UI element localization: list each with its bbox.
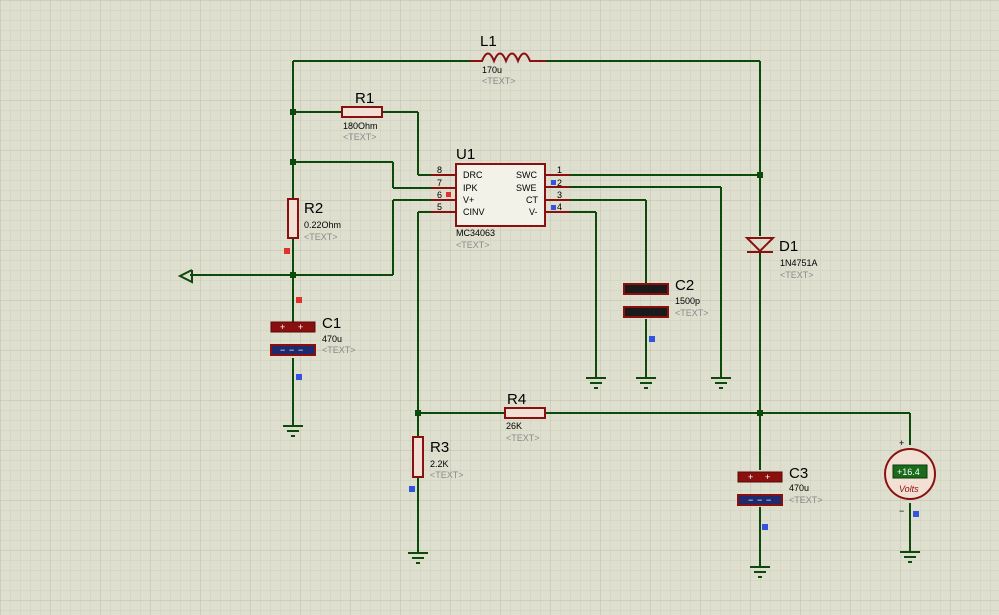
minus-mark: − (289, 345, 294, 355)
R4-text: <TEXT> (506, 433, 540, 443)
pin-marker (551, 180, 556, 185)
resistor-icon (412, 436, 424, 478)
L1-ref: L1 (480, 33, 497, 50)
pin-number: 8 (437, 165, 442, 175)
minus-mark: − (280, 345, 285, 355)
R3-ref: R3 (430, 439, 449, 456)
pin-marker (409, 486, 415, 492)
resistor-icon (504, 407, 546, 419)
R4-value: 26K (506, 421, 522, 431)
minus-mark: − (298, 345, 303, 355)
capacitor-plate (623, 306, 669, 318)
resistor-icon (341, 106, 383, 118)
pin-name: CT (526, 195, 538, 205)
voltmeter-label: Volts (899, 484, 919, 494)
pin-marker (649, 336, 655, 342)
grid (0, 0, 999, 615)
voltmeter-minus: − (899, 506, 904, 516)
minus-mark: − (748, 495, 753, 505)
C1-value: 470u (322, 334, 342, 344)
pin-number: 4 (557, 202, 562, 212)
capacitor-plate (623, 283, 669, 295)
pin-number: 1 (557, 165, 562, 175)
pin-name: IPK (463, 183, 478, 193)
minus-mark: − (757, 495, 762, 505)
pin-marker (284, 248, 290, 254)
resistor-icon (287, 198, 299, 239)
R2-ref: R2 (304, 200, 323, 217)
pin-number: 5 (437, 202, 442, 212)
plus-mark: + (765, 472, 770, 482)
R3-text: <TEXT> (430, 470, 464, 480)
pin-marker (762, 524, 768, 530)
R1-ref: R1 (355, 90, 374, 107)
pin-name: SWE (516, 183, 537, 193)
C1-ref: C1 (322, 315, 341, 332)
R3-value: 2.2K (430, 459, 449, 469)
L1-text: <TEXT> (482, 76, 516, 86)
D1-ref: D1 (779, 238, 798, 255)
pin-name: V- (529, 207, 538, 217)
pin-number: 2 (557, 178, 562, 188)
voltmeter-reading: +16.4 (897, 467, 920, 477)
pin-name: SWC (516, 170, 537, 180)
R2-text: <TEXT> (304, 232, 338, 242)
voltmeter-plus: + (899, 438, 904, 448)
pin-name: V+ (463, 195, 474, 205)
R1-text: <TEXT> (343, 132, 377, 142)
C3-ref: C3 (789, 465, 808, 482)
pin-marker (296, 297, 302, 303)
pin-number: 7 (437, 178, 442, 188)
pin-marker (551, 205, 556, 210)
R4-ref: R4 (507, 391, 526, 408)
minus-mark: − (766, 495, 771, 505)
capacitor-plate-positive (270, 321, 316, 333)
pin-name: CINV (463, 207, 485, 217)
pin-number: 6 (437, 190, 442, 200)
C3-text: <TEXT> (789, 495, 823, 505)
C3-value: 470u (789, 483, 809, 493)
capacitor-plate-positive (737, 471, 783, 483)
pin-marker (446, 192, 451, 197)
C2-text: <TEXT> (675, 308, 709, 318)
schematic-canvas[interactable]: L1 170u <TEXT> R1 180Ohm <TEXT> R2 0.22O… (0, 0, 999, 615)
plus-mark: + (748, 472, 753, 482)
pin-name: DRC (463, 170, 483, 180)
R2-value: 0.22Ohm (304, 220, 341, 230)
U1-text: <TEXT> (456, 240, 490, 250)
pin-marker (296, 374, 302, 380)
D1-text: <TEXT> (780, 270, 814, 280)
R1-value: 180Ohm (343, 121, 378, 131)
pin-marker (913, 511, 919, 517)
C2-ref: C2 (675, 277, 694, 294)
plus-mark: + (280, 322, 285, 332)
U1-value: MC34063 (456, 228, 495, 238)
D1-value: 1N4751A (780, 258, 818, 268)
C2-value: 1500p (675, 296, 700, 306)
plus-mark: + (298, 322, 303, 332)
U1-ref: U1 (456, 146, 475, 163)
pin-number: 3 (557, 190, 562, 200)
C1-text: <TEXT> (322, 345, 356, 355)
L1-value: 170u (482, 65, 502, 75)
